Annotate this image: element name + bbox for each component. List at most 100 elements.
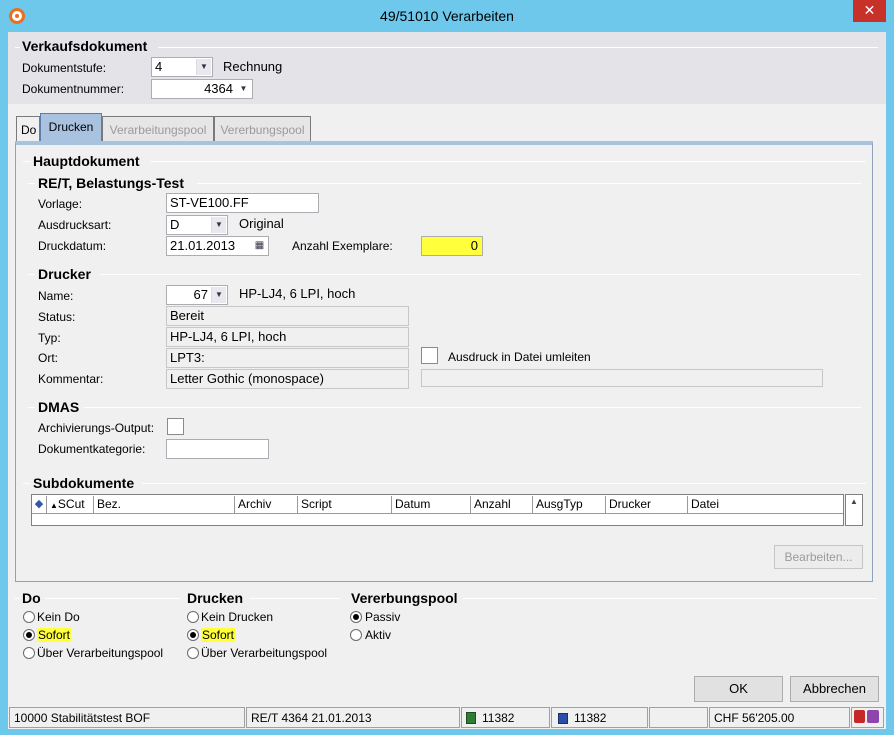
group-line: [250, 598, 340, 599]
group-line: [15, 47, 20, 48]
tab-verarbeitungspool[interactable]: Verarbeitungspool: [102, 116, 214, 142]
ledger-icon: [466, 712, 476, 724]
status-company: 10000 Stabilitätstest BOF: [9, 707, 245, 728]
do-options-title: Do: [22, 590, 41, 606]
group-line: [150, 161, 866, 162]
drucker-status-label: Status:: [38, 310, 76, 324]
status-document: RE/T 4364 21.01.2013: [246, 707, 460, 728]
drucker-kommentar-field: Letter Gothic (monospace): [166, 369, 409, 389]
datei-pfad-field: [421, 369, 823, 387]
anzahl-exemplare-input[interactable]: 0: [421, 236, 483, 256]
bearbeiten-button[interactable]: Bearbeiten...: [774, 545, 863, 569]
column-header[interactable]: Bez.: [94, 496, 235, 513]
vererbungspool-aktiv-label: Aktiv: [365, 628, 392, 642]
do-sofort-radio[interactable]: [23, 629, 35, 641]
druckdatum-picker[interactable]: 21.01.2013 ▦: [166, 236, 269, 256]
archivierungs-output-label: Archivierungs-Output:: [38, 421, 155, 435]
status-count1: 11382: [461, 707, 550, 728]
group-line: [28, 274, 35, 275]
datei-umleiten-checkbox[interactable]: [421, 347, 438, 364]
drucken-options-title: Drucken: [187, 590, 244, 606]
drucken-sofort-radio[interactable]: [187, 629, 199, 641]
column-header[interactable]: ▲SCut: [47, 496, 94, 513]
subdokumente-grid[interactable]: ◆ ▲SCut Bez. Archiv Script Datum Anzahl …: [31, 494, 844, 526]
group-line: [45, 598, 180, 599]
drucken-verarbeitungspool-radio[interactable]: [187, 647, 199, 659]
grid-scrollbar[interactable]: ▲: [845, 494, 863, 526]
drucker-ort-field: LPT3:: [166, 348, 409, 368]
hauptdokument-title: Hauptdokument: [33, 153, 140, 169]
vorlage-label: Vorlage:: [38, 197, 83, 211]
drucken-kein-drucken-label: Kein Drucken: [201, 610, 274, 624]
ausdrucksart-label: Ausdrucksart:: [38, 218, 112, 232]
do-verarbeitungspool-radio[interactable]: [23, 647, 35, 659]
scroll-up-icon[interactable]: ▲: [848, 497, 860, 507]
group-line: [142, 483, 866, 484]
dokumentstufe-label: Dokumentstufe:: [22, 61, 107, 75]
vererbungspool-aktiv-radio[interactable]: [350, 629, 362, 641]
vererbungspool-passiv-label: Passiv: [365, 610, 401, 624]
resize-grip-icon[interactable]: [867, 710, 879, 723]
ausdrucksart-combo[interactable]: D ▼: [166, 215, 228, 235]
drucken-verarbeitungspool-label: Über Verarbeitungspool: [201, 646, 328, 660]
drucker-ort-label: Ort:: [38, 351, 58, 365]
drucker-group-title: Drucker: [38, 266, 91, 282]
do-sofort-label: Sofort: [37, 628, 72, 642]
tab-drucken[interactable]: Drucken: [40, 113, 102, 142]
pin-icon[interactable]: [854, 710, 865, 723]
chevron-down-icon[interactable]: ▼: [196, 59, 211, 75]
column-header[interactable]: Anzahl: [471, 496, 533, 513]
column-header[interactable]: Datum: [392, 496, 471, 513]
drucken-kein-drucken-radio[interactable]: [187, 611, 199, 623]
dokumentnummer-label: Dokumentnummer:: [22, 82, 125, 96]
close-button[interactable]: ✕: [853, 0, 886, 22]
group-line: [463, 598, 877, 599]
chevron-down-icon[interactable]: ▼: [211, 217, 226, 233]
drucker-typ-field: HP-LJ4, 6 LPI, hoch: [166, 327, 409, 347]
dokumentstufe-combo[interactable]: 4 ▼: [151, 57, 213, 77]
row-marker-icon: ◆: [32, 496, 47, 513]
vererbungspool-passiv-radio[interactable]: [350, 611, 362, 623]
chevron-down-icon[interactable]: ▼: [211, 287, 226, 303]
dokumentstufe-text: Rechnung: [223, 59, 283, 74]
status-count2: 11382: [551, 707, 648, 728]
drucker-name-combo[interactable]: 67 ▼: [166, 285, 228, 305]
druckdatum-label: Druckdatum:: [38, 239, 107, 253]
column-header[interactable]: AusgTyp: [533, 496, 606, 513]
ret-group-title: RE/T, Belastungs-Test: [38, 175, 184, 191]
drucker-typ-label: Typ:: [38, 331, 61, 345]
dokumentkategorie-label: Dokumentkategorie:: [38, 442, 146, 456]
column-header[interactable]: Drucker: [606, 496, 688, 513]
do-kein-do-radio[interactable]: [23, 611, 35, 623]
group-line: [158, 47, 878, 48]
chevron-down-icon[interactable]: ▼: [236, 81, 251, 97]
drucken-sofort-label: Sofort: [201, 628, 236, 642]
documents-icon: [558, 713, 568, 724]
do-kein-do-label: Kein Do: [37, 610, 80, 624]
ausdrucksart-text: Original: [239, 216, 284, 231]
status-icons: [851, 707, 884, 728]
drucker-kommentar-label: Kommentar:: [38, 372, 104, 386]
tab-vererbungspool[interactable]: Vererbungspool: [214, 116, 311, 142]
vorlage-input[interactable]: ST-VE100.FF: [166, 193, 319, 213]
cancel-button[interactable]: Abbrechen: [790, 676, 879, 702]
column-header[interactable]: Datei: [688, 496, 843, 513]
dokumentkategorie-input[interactable]: [166, 439, 269, 459]
drucker-status-field: Bereit: [166, 306, 409, 326]
dmas-group-title: DMAS: [38, 399, 80, 415]
dokumentnummer-combo[interactable]: 4364 ▼: [151, 79, 253, 99]
tab-do[interactable]: Do: [16, 116, 40, 142]
group-line: [100, 274, 861, 275]
calendar-icon[interactable]: ▦: [252, 238, 267, 254]
window-title: 49/51010 Verarbeiten: [380, 8, 514, 24]
status-amount: CHF 56'205.00: [709, 707, 850, 728]
ok-button[interactable]: OK: [694, 676, 783, 702]
column-header[interactable]: Archiv: [235, 496, 298, 513]
archivierungs-output-checkbox[interactable]: [167, 418, 184, 435]
anzahl-exemplare-label: Anzahl Exemplare:: [292, 239, 393, 253]
grid-divider: [32, 513, 843, 514]
group-line: [28, 407, 35, 408]
drucker-name-text: HP-LJ4, 6 LPI, hoch: [239, 286, 356, 301]
column-header[interactable]: Script: [298, 496, 392, 513]
status-bar: 10000 Stabilitätstest BOF RE/T 4364 21.0…: [8, 706, 886, 729]
